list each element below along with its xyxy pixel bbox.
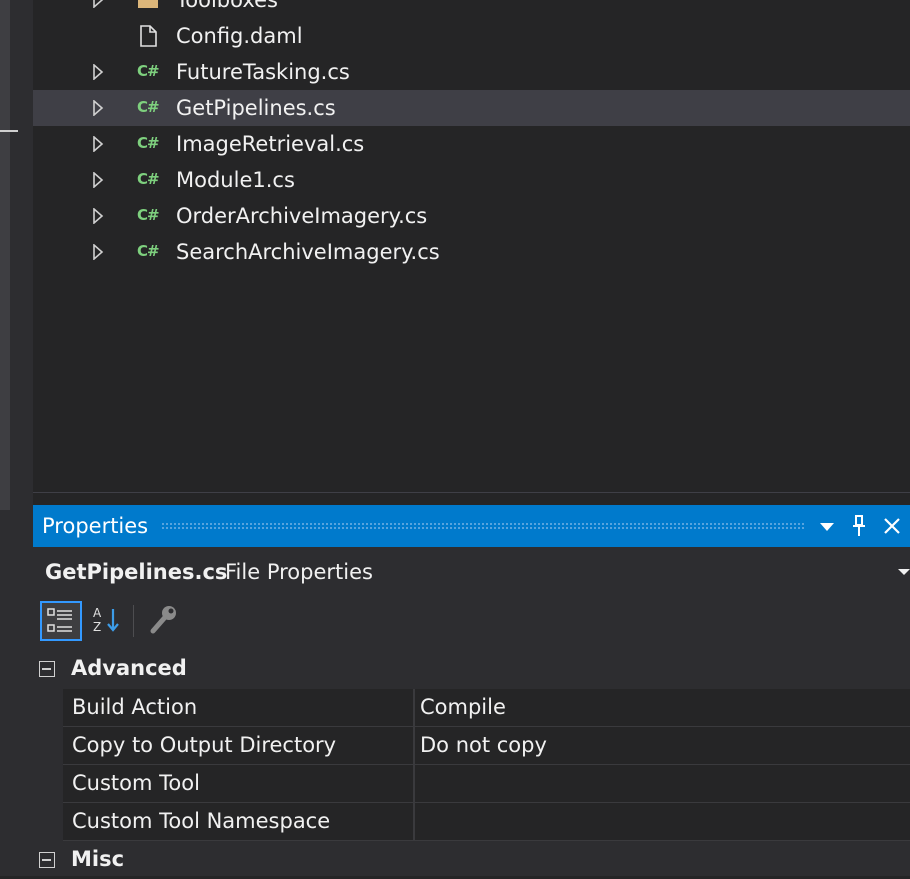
tree-item-label: Module1.cs [176, 168, 295, 192]
property-row-custom-tool-namespace[interactable]: Custom Tool Namespace [63, 803, 910, 841]
collapse-icon[interactable] [39, 661, 55, 677]
property-value[interactable]: Do not copy [415, 727, 910, 764]
expand-arrow-icon[interactable] [90, 64, 106, 80]
tree-item-searcharchiveimagery[interactable]: C# SearchArchiveImagery.cs [33, 234, 910, 270]
property-name-text: Custom Tool Namespace [72, 809, 331, 833]
pin-icon [853, 515, 865, 536]
property-value[interactable]: Compile [415, 689, 910, 726]
tree-item-label: SearchArchiveImagery.cs [176, 240, 440, 264]
toolbar-separator [133, 605, 134, 637]
close-icon [884, 518, 900, 534]
expand-arrow-icon[interactable] [90, 0, 106, 8]
collapse-icon[interactable] [39, 852, 55, 868]
chevron-down-icon[interactable] [898, 569, 910, 575]
csharp-file-icon: C# [137, 98, 160, 116]
tree-item-config-daml[interactable]: Config.daml [33, 18, 910, 54]
property-value[interactable] [415, 765, 910, 802]
property-name-text: Build Action [72, 695, 198, 719]
property-row-build-action[interactable]: Build Action Compile [63, 689, 910, 727]
selected-object-type: File Properties [225, 560, 373, 584]
tree-item-orderarchiveimagery[interactable]: C# OrderArchiveImagery.cs [33, 198, 910, 234]
properties-title-bar[interactable]: Properties [33, 505, 910, 547]
property-name: Custom Tool Namespace [63, 803, 415, 840]
property-row-copy-to-output[interactable]: Copy to Output Directory Do not copy [63, 727, 910, 765]
tree-item-label: GetPipelines.cs [176, 96, 336, 120]
expand-arrow-icon[interactable] [90, 136, 106, 152]
folder-icon [138, 0, 158, 8]
category-label: Misc [71, 847, 125, 871]
sort-alphabetical-icon: A Z [93, 606, 119, 634]
expand-arrow-icon[interactable] [90, 172, 106, 188]
category-misc[interactable]: Misc [33, 841, 910, 879]
property-pages-button[interactable] [143, 601, 185, 641]
object-selector[interactable]: GetPipelines.cs File Properties [33, 547, 910, 595]
categorized-button[interactable] [40, 601, 82, 641]
tree-item-label: ImageRetrieval.cs [176, 132, 365, 156]
selected-object-name: GetPipelines.cs [45, 560, 228, 584]
property-name-text: Custom Tool [72, 771, 200, 795]
tree-item-getpipelines[interactable]: C# GetPipelines.cs [33, 90, 910, 126]
tree-item-toolboxes[interactable]: Toolboxes [33, 0, 910, 18]
category-label: Advanced [71, 656, 187, 680]
file-icon [140, 25, 157, 47]
chevron-down-icon [820, 523, 834, 531]
tree-item-label: OrderArchiveImagery.cs [176, 204, 428, 228]
tree-item-futuretasking[interactable]: C# FutureTasking.cs [33, 54, 910, 90]
splitter-marker [0, 130, 18, 132]
tree-item-label: FutureTasking.cs [176, 60, 350, 84]
expand-arrow-icon[interactable] [90, 208, 106, 224]
left-scrollbar[interactable] [0, 0, 10, 510]
category-advanced[interactable]: Advanced [33, 650, 910, 688]
csharp-file-icon: C# [137, 242, 160, 260]
pin-button[interactable] [845, 511, 873, 541]
properties-toolbar: A Z [33, 597, 910, 647]
csharp-file-icon: C# [137, 134, 160, 152]
csharp-file-icon: C# [137, 206, 160, 224]
panel-title: Properties [42, 514, 149, 538]
property-name: Copy to Output Directory [63, 727, 415, 764]
csharp-file-icon: C# [137, 62, 160, 80]
property-name: Build Action [63, 689, 415, 726]
properties-panel: Properties GetPipelines.cs File Properti… [33, 505, 910, 876]
alphabetical-button[interactable]: A Z [87, 601, 129, 641]
left-dock-strip [0, 0, 33, 876]
property-value-text: Do not copy [420, 733, 547, 757]
tree-item-module1[interactable]: C# Module1.cs [33, 162, 910, 198]
property-row-custom-tool[interactable]: Custom Tool [63, 765, 910, 803]
csharp-file-icon: C# [137, 170, 160, 188]
property-name: Custom Tool [63, 765, 415, 802]
expand-arrow-icon[interactable] [90, 244, 106, 260]
svg-text:Z: Z [93, 620, 101, 634]
drag-grip[interactable] [161, 522, 806, 531]
tree-item-label: Toolboxes [176, 0, 278, 12]
categorized-icon [47, 608, 72, 632]
solution-explorer-tree: Toolboxes Config.daml C# FutureTasking.c… [33, 0, 910, 493]
property-name-text: Copy to Output Directory [72, 733, 337, 757]
property-value-text: Compile [420, 695, 506, 719]
property-value[interactable] [415, 803, 910, 840]
wrench-icon [150, 606, 176, 634]
svg-text:A: A [93, 606, 102, 620]
close-button[interactable] [878, 511, 906, 541]
expand-arrow-icon[interactable] [90, 100, 106, 116]
tree-item-label: Config.daml [176, 24, 303, 48]
tree-item-imageretrieval[interactable]: C# ImageRetrieval.cs [33, 126, 910, 162]
window-position-button[interactable] [813, 511, 841, 541]
